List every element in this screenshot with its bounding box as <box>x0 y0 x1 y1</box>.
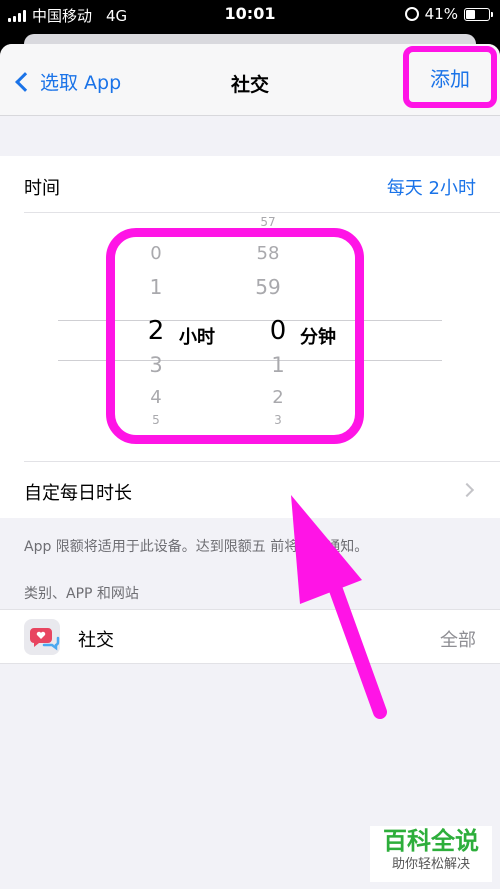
app-limit-sheet: 选取 App 社交 添加 时间 每天 2小时 0 1 2 小时 3 4 5 57… <box>0 44 500 889</box>
add-button[interactable]: 添加 <box>403 46 497 108</box>
battery-icon <box>464 7 493 21</box>
time-value: 每天 2小时 <box>386 178 476 199</box>
watermark-sub: 助你轻松解决 <box>391 857 470 872</box>
time-label: 时间 <box>24 178 60 199</box>
watermark-logo: 百科全说 助你轻松解决 <box>370 826 492 882</box>
watermark-main: 百科全说 <box>383 827 479 855</box>
status-right: 41% <box>404 5 493 23</box>
battery-percent: 41% <box>424 5 458 23</box>
social-chat-heart-icon <box>24 619 60 655</box>
app-value: 全部 <box>440 630 476 651</box>
nav-bar: 选取 App 社交 添加 <box>0 44 500 116</box>
minute-option[interactable]: 57 <box>248 215 288 229</box>
app-name: 社交 <box>78 630 114 651</box>
alarm-icon <box>404 7 419 21</box>
limit-note: App 限额将适用于此设备。达到限额五 前将显示通知。 <box>24 539 369 555</box>
time-limit-section: 时间 每天 2小时 0 1 2 小时 3 4 5 57 58 59 0 分钟 1… <box>0 156 500 518</box>
app-row-social[interactable]: 社交 全部 <box>0 609 500 664</box>
custom-daily-row[interactable]: 自定每日时长 <box>24 461 500 518</box>
category-header: 类别、APP 和网站 <box>24 586 139 602</box>
custom-daily-label: 自定每日时长 <box>24 483 132 504</box>
status-bar: 中国移动 4G 10:01 41% <box>0 0 500 28</box>
highlight-box <box>106 228 364 444</box>
chevron-right-icon <box>459 482 475 498</box>
add-label: 添加 <box>430 66 470 91</box>
time-picker[interactable]: 0 1 2 小时 3 4 5 57 58 59 0 分钟 1 2 3 <box>0 213 500 461</box>
time-row[interactable]: 时间 每天 2小时 <box>24 156 500 213</box>
